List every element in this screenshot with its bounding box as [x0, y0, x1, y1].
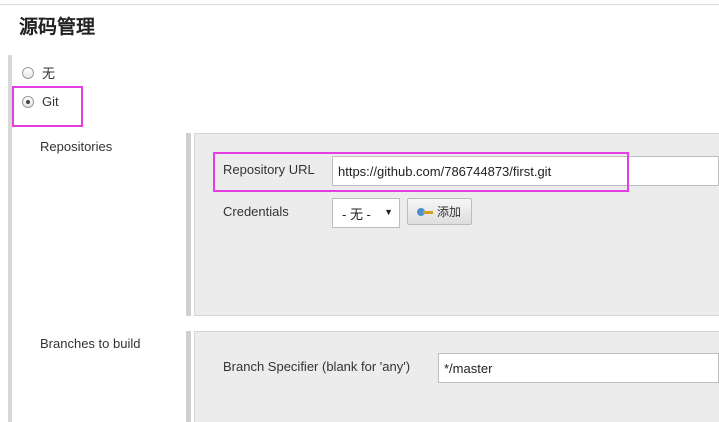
- add-credentials-button[interactable]: 添加: [407, 198, 472, 225]
- add-credentials-label: 添加: [437, 205, 462, 219]
- branch-specifier-input[interactable]: [438, 353, 719, 383]
- top-divider: [0, 4, 719, 5]
- credentials-select[interactable]: - 无 - ▼: [332, 198, 400, 228]
- credentials-label: Credentials: [223, 204, 289, 219]
- scm-option-none-label: 无: [42, 66, 56, 81]
- branches-block-bar: [186, 331, 191, 422]
- repository-url-highlight-box: [213, 152, 629, 192]
- branches-label: Branches to build: [40, 336, 141, 351]
- repositories-label: Repositories: [40, 139, 113, 154]
- credentials-selected-value: - 无 -: [342, 206, 371, 222]
- scm-option-none[interactable]: 无: [22, 63, 55, 82]
- branch-specifier-label: Branch Specifier (blank for 'any'): [223, 359, 411, 374]
- radio-none[interactable]: [22, 66, 34, 79]
- repositories-block-bar: [186, 133, 191, 316]
- git-highlight-box: [12, 86, 83, 127]
- key-icon: [417, 206, 435, 218]
- caret-down-icon: ▼: [384, 207, 393, 217]
- section-title: 源码管理: [19, 16, 96, 38]
